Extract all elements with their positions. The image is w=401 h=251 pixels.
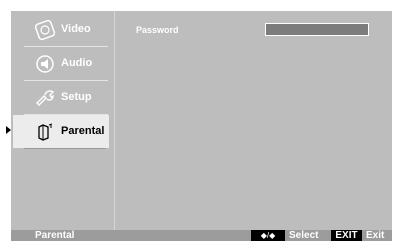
select-hint-label: Select [289,230,319,241]
footer-section-title: Parental [35,230,75,241]
parental-icon [38,123,53,141]
setup-icon [36,90,55,106]
sidebar-divider [114,11,115,230]
menu-item-parental-label: Parental [61,125,105,137]
video-icon [34,19,56,41]
divider [24,148,106,149]
menu-item-audio-label: Audio [61,57,93,69]
selection-arrow-icon [6,126,11,134]
menu-item-audio[interactable]: Audio [11,47,111,81]
footer-bar: Parental ◆/◆ Select EXIT Exit [11,230,392,241]
exit-hint-label: Exit [366,230,385,241]
menu-item-setup[interactable]: Setup [11,81,111,115]
password-field[interactable] [265,23,369,36]
menu-item-setup-label: Setup [61,91,92,103]
parental-menu-screen: Video Audio Setup Parental Password Pare… [6,11,392,241]
menu-item-video-label: Video [61,23,91,35]
menu-item-parental[interactable]: Parental [6,115,109,149]
audio-icon [36,55,54,73]
exit-key-badge: EXIT [331,230,362,241]
sidebar-menu: Video Audio Setup Parental [6,11,111,230]
password-label: Password [136,25,179,35]
navigation-keys-icon: ◆/◆ [251,230,285,241]
menu-item-video[interactable]: Video [11,13,111,47]
